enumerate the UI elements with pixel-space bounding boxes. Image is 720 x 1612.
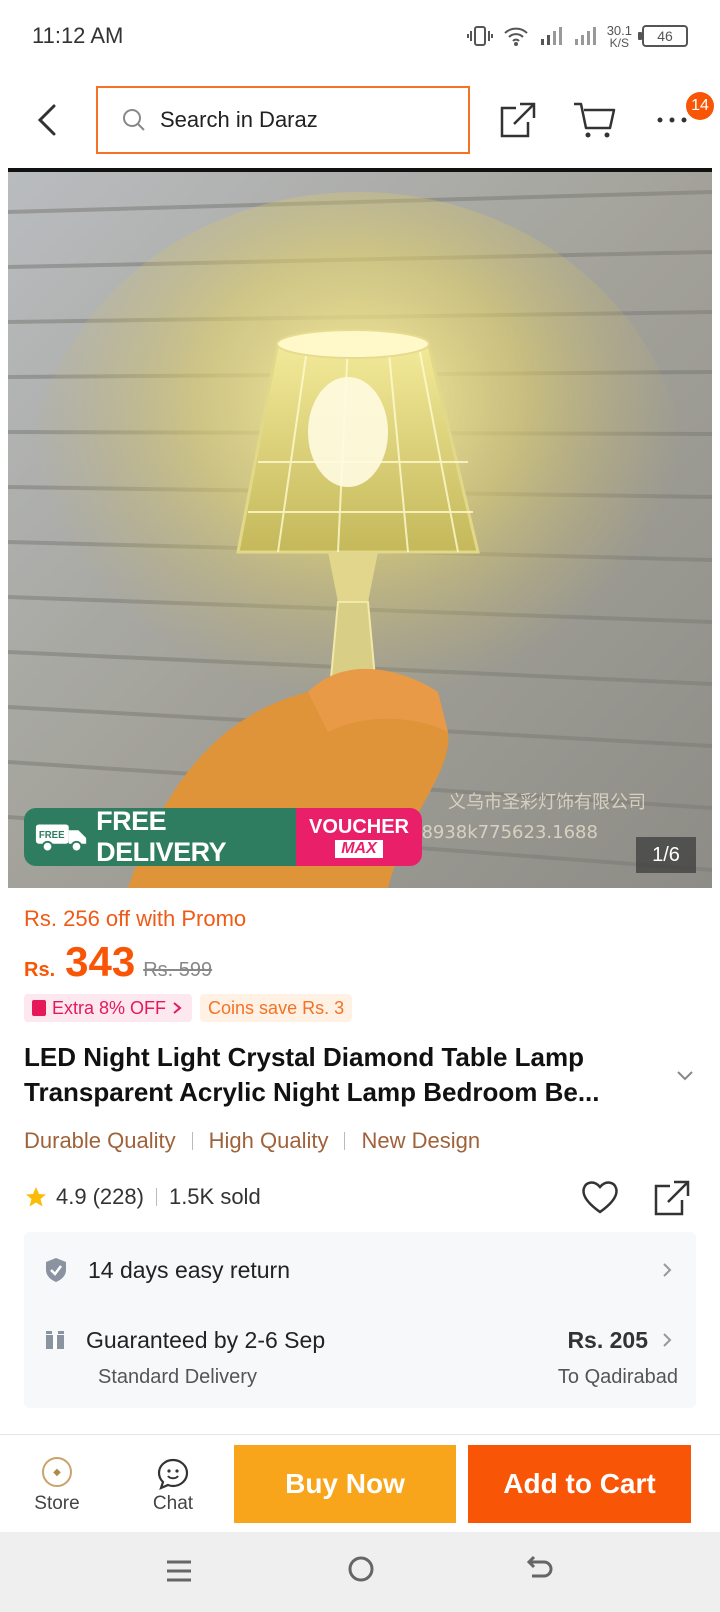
heart-icon[interactable] — [580, 1178, 620, 1216]
guarantee-text: Guaranteed by 2-6 Sep — [86, 1326, 326, 1353]
feature-divider — [344, 1132, 346, 1150]
chat-icon — [157, 1458, 189, 1490]
chevron-right-icon — [663, 1263, 672, 1277]
promo-text[interactable]: Rs. 256 off with Promo — [24, 906, 246, 932]
gift-box-icon — [46, 1331, 64, 1349]
promo-tags: Extra 8% OFF Coins save Rs. 3 — [24, 994, 353, 1022]
wifi-icon — [504, 27, 528, 46]
chat-button[interactable]: Chat — [138, 1457, 208, 1515]
more-icon[interactable] — [654, 100, 690, 140]
store-logo-icon: ◆ — [42, 1457, 72, 1487]
status-time: 11:12 AM — [32, 23, 124, 48]
return-text: 14 days easy return — [88, 1256, 291, 1283]
voucher-icon — [32, 1000, 46, 1016]
share-icon[interactable] — [498, 100, 538, 140]
store-button[interactable]: ◆ Store — [22, 1457, 92, 1515]
extra-off-label: Extra 8% OFF — [52, 997, 167, 1018]
star-icon — [26, 1187, 46, 1207]
free-delivery-part: FREE FREE DELIVERY — [24, 808, 296, 866]
net-speed-unit: K/S — [609, 35, 630, 50]
image-counter: 1/6 — [636, 837, 696, 873]
watermark-1: 义乌市圣彩灯饰有限公司 — [448, 792, 646, 813]
lamp-photo: 义乌市圣彩灯饰有限公司 58938k775623.1688 — [8, 172, 712, 888]
back-icon[interactable] — [34, 102, 62, 138]
search-input[interactable] — [160, 107, 450, 133]
search-icon — [123, 109, 145, 131]
free-badge-text: FREE — [39, 830, 65, 841]
status-bar: 11:12 AM 30.1 K/S 46 — [0, 0, 720, 72]
share-product-icon[interactable] — [652, 1178, 692, 1218]
chevron-right-icon — [173, 1002, 182, 1014]
status-icons: 30.1 K/S 46 — [466, 24, 688, 49]
delivery-type: Standard Delivery — [98, 1366, 257, 1388]
buy-now-button[interactable]: Buy Now — [234, 1445, 456, 1523]
coins-tag: Coins save Rs. 3 — [200, 994, 353, 1022]
delivery-truck-icon: FREE — [35, 824, 87, 853]
rating-divider — [155, 1188, 157, 1206]
store-label: Store — [34, 1493, 80, 1514]
delivery-destination: To Qadirabad — [557, 1366, 678, 1388]
feature-divider — [191, 1132, 193, 1150]
voucher-max-badge: VOUCHER MAX — [296, 808, 422, 866]
home-icon[interactable] — [346, 1554, 376, 1584]
price-row: Rs. 343 Rs. 599 — [24, 938, 212, 986]
rating-row[interactable]: 4.9 (228) 1.5K sold — [24, 1184, 261, 1210]
chevron-right-icon — [663, 1333, 672, 1347]
feature-item: High Quality — [208, 1128, 329, 1153]
battery-icon: 46 — [638, 25, 688, 47]
chevron-down-icon[interactable] — [676, 1070, 694, 1082]
current-price: 343 — [65, 938, 136, 985]
free-delivery-text: FREE DELIVERY — [96, 808, 227, 866]
extra-off-tag[interactable]: Extra 8% OFF — [24, 994, 193, 1022]
sold-count: 1.5K sold — [168, 1184, 261, 1209]
product-title[interactable]: LED Night Light Crystal Diamond Table La… — [24, 1040, 664, 1110]
cart-badge: 14 — [686, 92, 714, 120]
delivery-guarantee-row[interactable]: Guaranteed by 2-6 Sep Rs. 205 — [44, 1318, 684, 1362]
feature-tags: Durable Quality High Quality New Design — [24, 1128, 480, 1154]
voucher-max-text: MAX — [335, 839, 383, 858]
return-policy-row[interactable]: 14 days easy return — [44, 1248, 684, 1292]
review-count: (228) — [92, 1184, 144, 1209]
rating-value: 4.9 — [56, 1184, 87, 1209]
back-nav-icon[interactable] — [524, 1554, 554, 1584]
system-nav-bar — [0, 1532, 720, 1612]
watermark-2: 58938k775623.1688 — [410, 822, 598, 843]
signal-2-icon — [574, 27, 596, 45]
original-price: Rs. 599 — [143, 959, 213, 981]
net-speed: 30.1 K/S — [607, 24, 632, 49]
vibrate-icon — [466, 26, 493, 46]
delivery-info: 14 days easy return Guaranteed by 2-6 Se… — [24, 1232, 696, 1408]
add-to-cart-button[interactable]: Add to Cart — [468, 1445, 691, 1523]
feature-item: Durable Quality — [24, 1128, 176, 1153]
chat-label: Chat — [152, 1493, 194, 1514]
search-bar[interactable] — [96, 86, 470, 154]
shield-icon — [46, 1258, 66, 1282]
voucher-text: VOUCHER — [308, 815, 409, 838]
free-delivery-banner: FREE FREE DELIVERY VOUCHER MAX — [24, 808, 422, 866]
battery-level: 46 — [657, 28, 673, 44]
cart-icon[interactable] — [572, 100, 616, 140]
search-header: 14 — [0, 72, 720, 170]
feature-item: New Design — [361, 1128, 481, 1153]
bottom-action-bar: ◆ Store Chat Buy Now Add to Cart — [0, 1435, 720, 1531]
delivery-price: Rs. 205 — [567, 1326, 648, 1353]
menu-icon[interactable] — [164, 1556, 194, 1586]
product-image[interactable]: 义乌市圣彩灯饰有限公司 58938k775623.1688 FREE FREE … — [8, 172, 712, 888]
signal-icon — [540, 27, 562, 45]
net-speed-value: 30.1 — [606, 22, 632, 38]
price-currency: Rs. — [24, 959, 56, 981]
